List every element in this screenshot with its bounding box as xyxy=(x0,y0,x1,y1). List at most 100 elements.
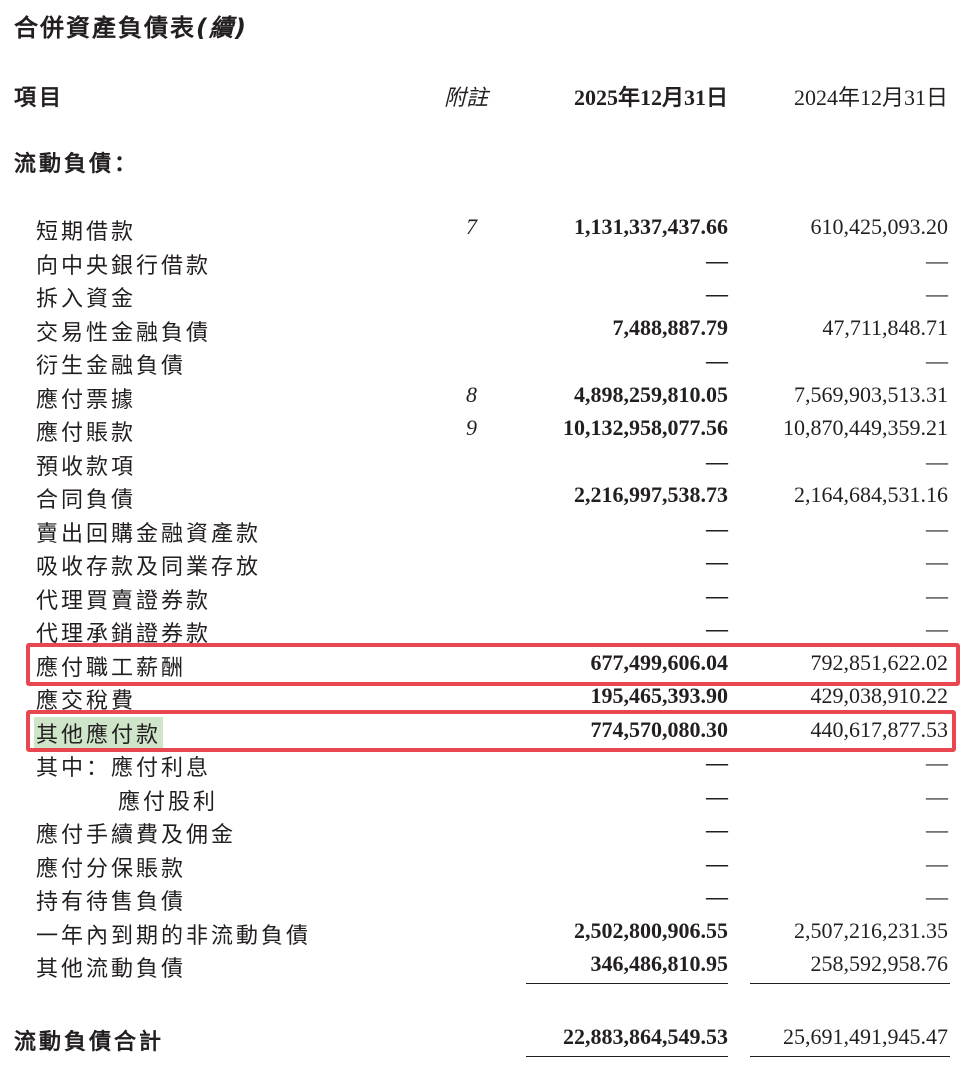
row-label: 交易性金融負債 xyxy=(36,321,212,346)
row-current: — xyxy=(706,583,728,608)
row-note: 7 xyxy=(466,214,477,239)
row-note: 8 xyxy=(466,382,477,407)
row-label-highlighted: 其他應付款 xyxy=(34,717,164,749)
total-previous: 25,691,491,945.47 xyxy=(783,1024,948,1049)
row-current: — xyxy=(706,851,728,876)
row-previous: — xyxy=(926,248,948,273)
row-previous: 610,425,093.20 xyxy=(810,214,949,239)
row-label: 應付股利 xyxy=(118,790,219,815)
table-row: 預收款項 — — xyxy=(0,449,960,483)
row-current: 2,216,997,538.73 xyxy=(574,482,728,507)
row-current: 2,502,800,906.55 xyxy=(574,918,728,943)
table-row: 持有待售負債 — — xyxy=(0,884,960,918)
row-label: 短期借款 xyxy=(36,220,137,245)
header-current-date: 2025年12月31日 xyxy=(573,85,728,110)
row-current: — xyxy=(706,449,728,474)
row-label: 其中：應付利息 xyxy=(36,756,212,781)
row-current: 4,898,259,810.05 xyxy=(574,382,728,407)
row-label: 向中央銀行借款 xyxy=(36,254,212,279)
row-previous: 258,592,958.76 xyxy=(810,951,949,976)
row-current: — xyxy=(706,248,728,273)
row-previous: — xyxy=(926,516,948,541)
table-row: 應付票據 8 4,898,259,810.05 7,569,903,513.31 xyxy=(0,382,960,416)
row-label: 一年內到期的非流動負債 xyxy=(36,924,312,949)
row-current: — xyxy=(706,549,728,574)
row-current: — xyxy=(706,817,728,842)
row-label: 應付賬款 xyxy=(36,421,137,446)
row-previous: — xyxy=(926,750,948,775)
row-label: 應付票據 xyxy=(36,388,137,413)
row-label: 賣出回購金融資產款 xyxy=(36,522,262,547)
row-previous: — xyxy=(926,784,948,809)
row-label: 持有待售負債 xyxy=(36,890,187,915)
section-title: 流動負債： xyxy=(14,152,140,177)
table-row: 應付股利 — — xyxy=(0,784,960,818)
table-row: 應交稅費 195,465,393.90 429,038,910.22 xyxy=(0,683,960,717)
row-label: 代理承銷證券款 xyxy=(36,622,212,647)
table-row-highlighted: 應付職工薪酬 677,499,606.04 792,851,622.02 xyxy=(0,650,960,684)
row-current: 195,465,393.90 xyxy=(590,683,729,708)
total-underline-previous xyxy=(750,1056,950,1057)
header-previous-date: 2024年12月31日 xyxy=(793,85,948,110)
row-label: 拆入資金 xyxy=(36,287,137,312)
row-previous: — xyxy=(926,348,948,373)
header-item: 項目 xyxy=(14,86,65,111)
row-previous: 2,164,684,531.16 xyxy=(794,482,948,507)
row-label: 應付分保賬款 xyxy=(36,857,187,882)
table-row: 應付分保賬款 — — xyxy=(0,851,960,885)
title-continued: (續) xyxy=(196,14,248,42)
row-current: 10,132,958,077.56 xyxy=(563,415,728,440)
row-previous: — xyxy=(926,817,948,842)
subtotal-underline-previous xyxy=(750,983,950,984)
total-label: 流動負債合計 xyxy=(14,1030,165,1055)
row-current: 1,131,337,437.66 xyxy=(574,214,728,239)
row-label: 代理買賣證券款 xyxy=(36,589,212,614)
row-previous: — xyxy=(926,449,948,474)
table-row: 一年內到期的非流動負債 2,502,800,906.55 2,507,216,2… xyxy=(0,918,960,952)
row-previous: — xyxy=(926,281,948,306)
total-underline-current xyxy=(526,1056,728,1057)
row-previous: 440,617,877.53 xyxy=(810,717,949,742)
row-current: — xyxy=(706,348,728,373)
row-current: — xyxy=(706,750,728,775)
row-previous: — xyxy=(926,884,948,909)
table-row: 其中：應付利息 — — xyxy=(0,750,960,784)
row-current: — xyxy=(706,516,728,541)
row-previous: 2,507,216,231.35 xyxy=(794,918,948,943)
row-current: 677,499,606.04 xyxy=(590,650,729,675)
table-row: 交易性金融負債 7,488,887.79 47,711,848.71 xyxy=(0,315,960,349)
row-current: — xyxy=(706,784,728,809)
row-previous: — xyxy=(926,851,948,876)
table-row: 代理買賣證券款 — — xyxy=(0,583,960,617)
row-label: 衍生金融負債 xyxy=(36,354,187,379)
table-row: 應付手續費及佣金 — — xyxy=(0,817,960,851)
row-label: 其他流動負債 xyxy=(36,957,187,982)
table-row: 賣出回購金融資產款 — — xyxy=(0,516,960,550)
row-previous: — xyxy=(926,583,948,608)
row-note: 9 xyxy=(466,415,477,440)
row-current: 774,570,080.30 xyxy=(590,717,729,742)
row-label: 預收款項 xyxy=(36,455,137,480)
row-label: 應付職工薪酬 xyxy=(36,656,187,681)
row-previous: 429,038,910.22 xyxy=(810,683,949,708)
row-previous: 7,569,903,513.31 xyxy=(794,382,948,407)
table-row: 向中央銀行借款 — — xyxy=(0,248,960,282)
row-label: 吸收存款及同業存放 xyxy=(36,555,262,580)
page-title: 合併資產負債表(續) xyxy=(14,8,248,43)
subtotal-underline-current xyxy=(526,983,728,984)
row-label: 合同負債 xyxy=(36,488,137,513)
row-current: 346,486,810.95 xyxy=(590,951,729,976)
title-text: 合併資產負債表 xyxy=(14,14,196,42)
row-previous: 47,711,848.71 xyxy=(822,315,948,340)
row-label: 應付手續費及佣金 xyxy=(36,823,237,848)
row-current: — xyxy=(706,616,728,641)
table-row: 拆入資金 — — xyxy=(0,281,960,315)
table-row: 合同負債 2,216,997,538.73 2,164,684,531.16 xyxy=(0,482,960,516)
row-previous: — xyxy=(926,616,948,641)
table-row: 短期借款 7 1,131,337,437.66 610,425,093.20 xyxy=(0,214,960,248)
table-row: 吸收存款及同業存放 — — xyxy=(0,549,960,583)
row-label: 應交稅費 xyxy=(36,689,137,714)
table-row: 衍生金融負債 — — xyxy=(0,348,960,382)
header-note: 附註 xyxy=(444,86,489,111)
row-current: 7,488,887.79 xyxy=(612,315,729,340)
